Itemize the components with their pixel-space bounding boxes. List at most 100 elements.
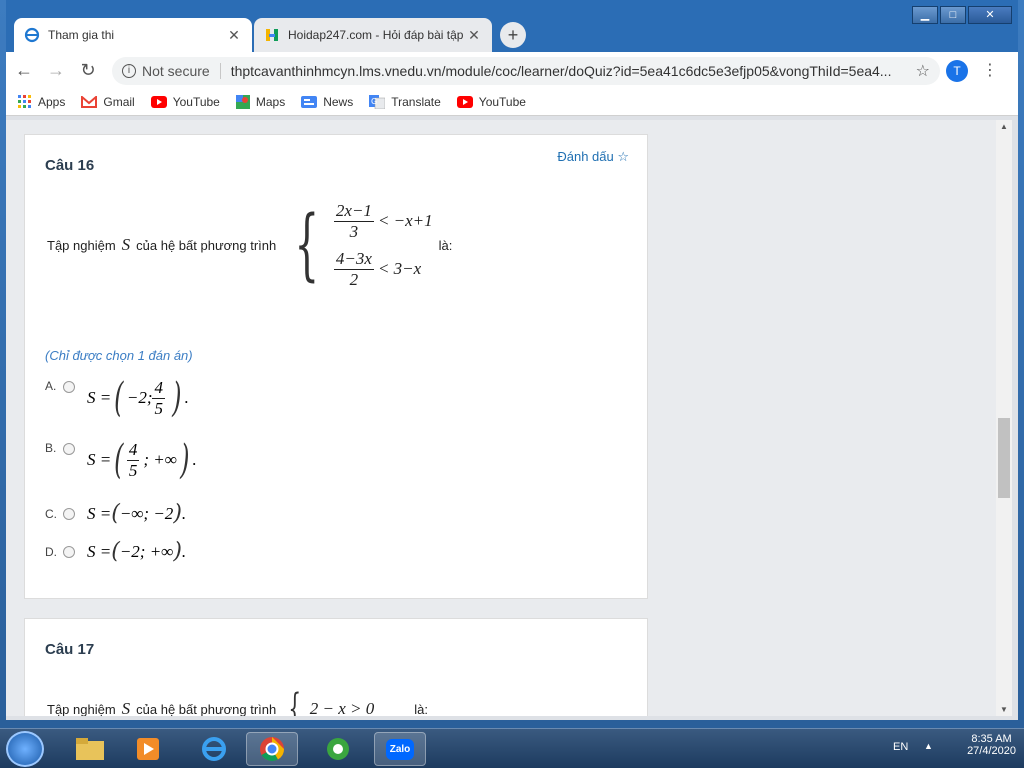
bookmark-news[interactable]: News: [301, 95, 353, 109]
coccoc-icon[interactable]: [312, 732, 364, 766]
back-button[interactable]: ←: [10, 56, 38, 84]
formula-lhs: S =: [87, 503, 112, 523]
question-card-17: Câu 17 Tập nghiệm S của hệ bất phương tr…: [24, 618, 648, 716]
paren-left: (: [111, 539, 120, 564]
maps-icon: [235, 94, 250, 109]
paren-right: ): [173, 539, 182, 564]
not-secure-label: Not secure: [142, 63, 221, 79]
formula-period: .: [181, 541, 187, 561]
browser-window: Tham gia thi ✕ Hoidap247.com - Hỏi đáp b…: [6, 0, 1018, 720]
option-c[interactable]: C. S = ( −∞; −2 ) .: [45, 501, 186, 526]
zalo-icon[interactable]: Zalo: [374, 732, 426, 766]
zalo-label: Zalo: [385, 738, 415, 760]
stem-suffix: là:: [414, 701, 428, 717]
eq2-numerator: 4−3x: [333, 248, 374, 270]
fraction-denominator: 5: [154, 398, 163, 418]
bookmark-apps[interactable]: Apps: [18, 94, 66, 109]
system-brace: {: [288, 686, 302, 716]
language-indicator[interactable]: EN: [893, 741, 908, 753]
bookmark-gmail[interactable]: Gmail: [81, 94, 135, 109]
bookmark-star-icon[interactable]: ☆: [916, 61, 930, 81]
profile-avatar[interactable]: T: [946, 60, 968, 82]
internet-explorer-icon[interactable]: [188, 732, 240, 766]
media-player-icon[interactable]: [122, 732, 174, 766]
fraction-numerator: 4: [152, 377, 165, 399]
menu-icon[interactable]: ⋮: [982, 60, 998, 82]
option-formula: S = ( −2; 4 5 ) .: [87, 375, 189, 421]
window-controls: ▁ □ ✕: [912, 6, 1012, 24]
eq1-rhs: < −x+1: [377, 211, 433, 230]
gmail-icon: [81, 95, 98, 108]
info-icon[interactable]: i: [122, 64, 136, 78]
svg-text:G: G: [371, 97, 377, 106]
file-explorer-icon[interactable]: [64, 732, 116, 766]
system-clock[interactable]: 8:35 AM 27/4/2020: [967, 733, 1016, 757]
fraction-numerator: 4: [126, 439, 140, 461]
formula-period: .: [192, 450, 197, 469]
radio-button[interactable]: [63, 443, 75, 455]
close-tab-icon[interactable]: ✕: [226, 27, 242, 44]
question-stem: Tập nghiệm S của hệ bất phương trình { 2…: [47, 689, 428, 716]
new-tab-button[interactable]: +: [500, 22, 526, 48]
bookmarks-bar: Apps Gmail YouTube Maps News G Translate…: [6, 88, 1018, 116]
bookmark-translate[interactable]: G Translate: [369, 94, 441, 109]
page-content: Câu 16 Đánh dấu ☆ Tập nghiệm S của hệ bấ…: [6, 120, 996, 716]
tab-strip: Tham gia thi ✕ Hoidap247.com - Hỏi đáp b…: [6, 0, 1018, 52]
eq2-rhs: < 3−x: [377, 259, 422, 278]
bookmark-label: Gmail: [103, 94, 135, 109]
toolbar: ← → ↻ i Not secure thptcavanthinhmcyn.lm…: [6, 52, 1018, 88]
bookmark-maps[interactable]: Maps: [235, 94, 286, 109]
eq1-numerator: 2x−1: [333, 200, 374, 222]
stem-suffix: là:: [438, 237, 453, 253]
forward-button[interactable]: →: [42, 56, 70, 84]
question-stem: Tập nghiệm S của hệ bất phương trình { 2…: [47, 197, 452, 293]
maximize-button[interactable]: □: [940, 6, 966, 24]
apps-grid-icon: [18, 94, 32, 109]
bookmark-youtube-2[interactable]: YouTube: [456, 95, 526, 109]
option-letter: D.: [45, 544, 57, 559]
youtube-icon: [456, 95, 473, 108]
radio-button[interactable]: [63, 545, 75, 558]
reload-button[interactable]: ↻: [74, 56, 102, 84]
formula-period: .: [184, 388, 189, 407]
single-choice-hint: (Chỉ được chọn 1 đán án): [45, 348, 193, 363]
youtube-icon: [150, 95, 167, 108]
tab-tham-gia-thi[interactable]: Tham gia thi ✕: [14, 18, 252, 52]
close-window-button[interactable]: ✕: [968, 6, 1012, 24]
fraction-denominator: 5: [128, 460, 138, 480]
formula-lhs: S =: [87, 450, 112, 469]
address-bar[interactable]: i Not secure thptcavanthinhmcyn.lms.vned…: [112, 57, 940, 85]
scroll-down-icon[interactable]: ▼: [1000, 705, 1008, 714]
bookmark-youtube[interactable]: YouTube: [150, 95, 220, 109]
url-text[interactable]: thptcavanthinhmcyn.lms.vnedu.vn/module/c…: [231, 63, 911, 79]
scroll-up-icon[interactable]: ▲: [1000, 122, 1008, 131]
paren-right: ): [179, 437, 190, 483]
radio-button[interactable]: [63, 381, 75, 393]
eq1-denominator: 3: [349, 221, 359, 241]
translate-icon: G: [369, 94, 386, 109]
close-tab-icon[interactable]: ✕: [466, 27, 482, 44]
option-letter: C.: [45, 506, 57, 521]
tab-hoidap247[interactable]: Hoidap247.com - Hỏi đáp bài tập ✕: [254, 18, 492, 52]
question-card-16: Câu 16 Đánh dấu ☆ Tập nghiệm S của hệ bấ…: [24, 134, 648, 599]
question-title: Câu 17: [45, 641, 95, 658]
option-b[interactable]: B. S = ( 4 5 ; +∞ ) .: [45, 437, 197, 483]
mark-question-button[interactable]: Đánh dấu ☆: [557, 149, 629, 165]
bookmark-label: Apps: [38, 94, 66, 109]
chrome-icon[interactable]: [246, 732, 298, 766]
formula-lhs: S =: [87, 541, 112, 561]
bookmark-label: Maps: [255, 94, 286, 109]
formula-value: −2; +∞: [119, 541, 174, 561]
stem-variable: S: [121, 699, 131, 716]
option-d[interactable]: D. S = ( −2; +∞ ) .: [45, 539, 186, 564]
inequality-2: 4−3x 2 < 3−x: [333, 245, 433, 293]
minimize-button[interactable]: ▁: [912, 6, 938, 24]
start-button[interactable]: [6, 731, 44, 767]
stem-middle: của hệ bất phương trình: [136, 701, 277, 717]
option-a[interactable]: A. S = ( −2; 4 5 ) .: [45, 375, 189, 421]
stem-prefix: Tập nghiệm: [47, 237, 116, 253]
scroll-thumb[interactable]: [998, 418, 1010, 498]
vertical-scrollbar[interactable]: ▲ ▼: [996, 120, 1012, 716]
tray-expand-icon[interactable]: ▲: [924, 741, 933, 751]
radio-button[interactable]: [63, 507, 75, 520]
